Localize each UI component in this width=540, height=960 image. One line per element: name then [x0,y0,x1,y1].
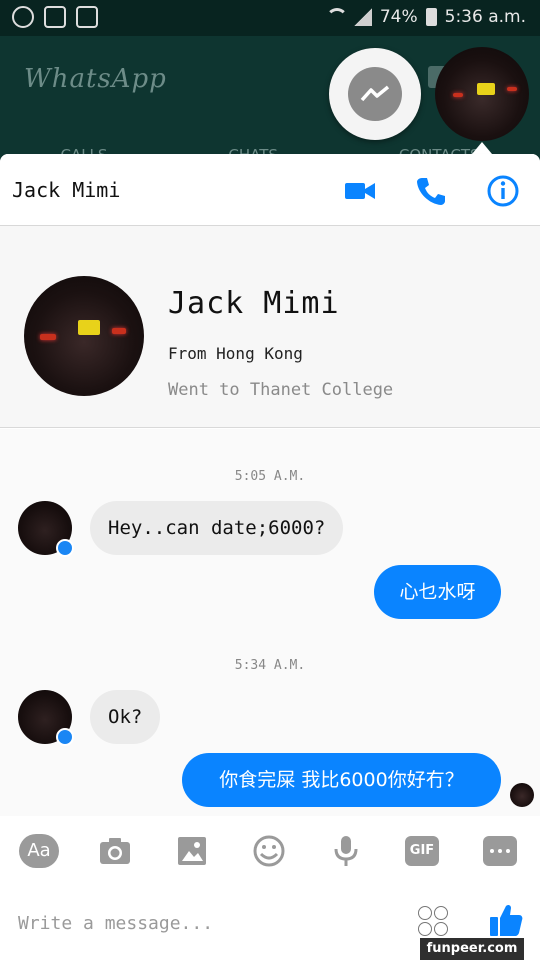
profile-name: Jack Mimi [168,286,340,321]
bag-icon [76,6,98,28]
timestamp: 5:05 A.M. [234,469,306,484]
gallery-icon [44,6,66,28]
messenger-bolt-icon [360,85,390,102]
seen-indicator-avatar [510,783,534,807]
whatsapp-icon [12,6,34,28]
messenger-icon [348,67,402,121]
timestamp: 5:34 A.M. [234,658,306,673]
microphone-icon[interactable] [326,834,366,868]
messenger-badge-icon [56,539,74,557]
battery-percent: 74% [379,7,418,27]
conversation-header: Jack Mimi [0,154,540,226]
tail-light [453,93,463,97]
sender-avatar[interactable] [18,501,74,557]
phone-icon[interactable] [414,174,448,208]
gif-button[interactable]: GIF [405,836,439,866]
more-icon[interactable] [483,836,517,866]
battery-icon [425,8,437,26]
status-left-icons [12,6,98,28]
clock: 5:36 a.m. [444,7,526,27]
profile-education: Went to Thanet College [168,380,394,400]
contact-name[interactable]: Jack Mimi [12,178,120,202]
messenger-chathead[interactable] [329,48,421,140]
camera-icon[interactable] [95,834,135,868]
emoji-icon[interactable] [249,834,289,868]
profile-avatar[interactable] [24,276,144,396]
message-input[interactable] [18,908,398,938]
status-right: 74% 5:36 a.m. [325,7,526,27]
messenger-panel: Jack Mimi Jack Mimi From Hong Kong Went … [0,154,540,960]
thumbs-up-icon[interactable] [488,902,524,938]
info-icon[interactable] [486,174,520,208]
sticker-icon[interactable] [418,906,450,938]
incoming-message[interactable]: Hey..can date;6000? [90,501,344,555]
outgoing-message[interactable]: 心乜水呀 [374,565,501,619]
whatsapp-title: WhatsApp [24,64,167,94]
sender-avatar[interactable] [18,690,74,746]
contact-profile-card: Jack Mimi From Hong Kong Went to Thanet … [0,226,540,428]
license-plate [477,83,495,95]
license-plate [78,320,100,335]
watermark: funpeer.com [420,938,524,960]
profile-location: From Hong Kong [168,344,303,363]
tail-light [507,87,517,91]
messenger-badge-icon [56,728,74,746]
composer-toolbar: Aa GIF [0,816,540,886]
signal-icon [353,8,372,26]
status-bar: 74% 5:36 a.m. [0,0,540,36]
video-call-icon[interactable] [343,174,377,208]
image-icon[interactable] [172,834,212,868]
tail-light [40,334,56,340]
incoming-message[interactable]: Ok? [90,690,161,744]
wifi-icon [325,8,348,26]
tail-light [112,328,126,334]
chathead-pointer [472,142,492,154]
message-list: 5:05 A.M. Hey..can date;6000? 心乜水呀 5:34 … [0,429,540,816]
contact-chathead-avatar[interactable] [435,47,529,141]
text-format-button[interactable]: Aa [19,834,59,868]
outgoing-message[interactable]: 你食完屎 我比6000你好冇？ [182,753,501,807]
